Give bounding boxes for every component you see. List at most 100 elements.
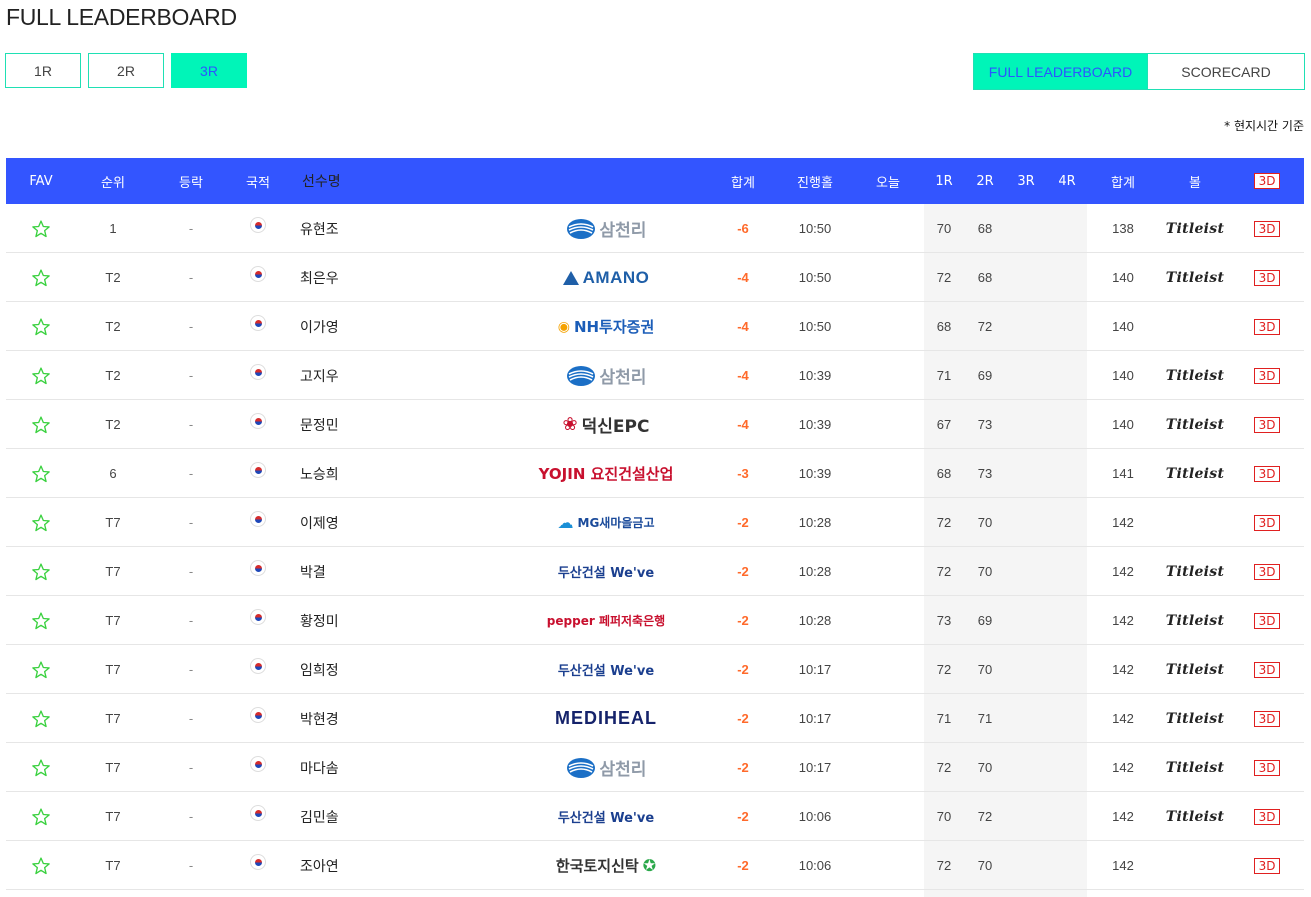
player-name[interactable]: 문정민 <box>300 400 460 449</box>
favorite-star-icon[interactable] <box>6 449 76 498</box>
3d-badge: 3D <box>1254 612 1280 629</box>
favorite-star-icon[interactable] <box>6 792 76 841</box>
player-name[interactable]: 조아연 <box>300 841 460 890</box>
table-row: T7 - 임희정 두산건설 We've -2 10:17 72 70 142 Titleist 3D <box>6 645 1304 694</box>
favorite-star-icon[interactable] <box>6 841 76 890</box>
favorite-star-icon[interactable] <box>6 743 76 792</box>
round4-score <box>1047 645 1087 694</box>
tab-round-3[interactable]: 3R <box>171 53 247 88</box>
view-3d-button[interactable]: 3D <box>1244 596 1290 645</box>
view-3d-button[interactable]: 3D <box>1244 302 1290 351</box>
korea-flag-icon <box>226 841 290 890</box>
korea-flag-icon <box>226 204 290 253</box>
favorite-star-icon[interactable] <box>6 204 76 253</box>
ball-brand: Titleist <box>1165 367 1225 384</box>
view-3d-button[interactable]: 3D <box>1244 204 1290 253</box>
view-3d-button[interactable]: 3D <box>1244 351 1290 400</box>
total-score: -6 <box>737 221 749 236</box>
3d-badge: 3D <box>1254 465 1280 482</box>
view-3d-button[interactable]: 3D <box>1244 498 1290 547</box>
table-row: T7 - 박현경 MEDIHEAL -2 10:17 71 71 142 Titleist 3D <box>6 694 1304 743</box>
view-3d-button[interactable]: 3D <box>1244 547 1290 596</box>
total-score: -4 <box>737 319 749 334</box>
korea-flag-icon <box>226 449 290 498</box>
col-ball: 볼 <box>1189 175 1201 191</box>
round3-score <box>1006 498 1046 547</box>
favorite-star-icon[interactable] <box>6 498 76 547</box>
ball-brand-cell: Titleist <box>1161 645 1229 694</box>
today-score <box>856 694 920 743</box>
3d-badge: 3D <box>1254 220 1280 237</box>
view-3d-button[interactable]: 3D <box>1244 253 1290 302</box>
sum-score: 138 <box>1112 221 1134 236</box>
favorite-star-icon[interactable] <box>6 645 76 694</box>
round3-score <box>1006 792 1046 841</box>
col-player-name: 선수명 <box>302 174 341 190</box>
thru-time: 10:06 <box>798 809 832 824</box>
view-3d-button[interactable]: 3D <box>1244 400 1290 449</box>
today-score <box>856 645 920 694</box>
sponsor-text: pepper 페퍼저축은행 <box>546 614 666 628</box>
total-score: -2 <box>737 858 749 873</box>
ball-brand-cell: Titleist <box>1161 253 1229 302</box>
tab-scorecard[interactable]: SCORECARD <box>1148 53 1305 90</box>
rank: T7 <box>105 613 121 628</box>
3d-badge: 3D <box>1254 269 1280 286</box>
view-3d-button[interactable]: 3D <box>1244 645 1290 694</box>
3d-badge: 3D <box>1254 710 1280 727</box>
sum-score: 142 <box>1112 711 1134 726</box>
round1-score: 73 <box>936 613 952 628</box>
favorite-star-icon[interactable] <box>6 351 76 400</box>
total-score: -4 <box>737 368 749 383</box>
today-score <box>856 351 920 400</box>
round1-score: 72 <box>936 662 952 677</box>
favorite-star-icon[interactable] <box>6 253 76 302</box>
view-3d-button[interactable]: 3D <box>1244 694 1290 743</box>
player-name[interactable]: 이가영 <box>300 302 460 351</box>
total-score: -3 <box>737 466 749 481</box>
favorite-star-icon[interactable] <box>6 302 76 351</box>
round3-score <box>1006 302 1046 351</box>
player-name[interactable]: 마다솜 <box>300 743 460 792</box>
round1-score: 71 <box>936 711 952 726</box>
round3-score <box>1006 694 1046 743</box>
round3-score <box>1006 253 1046 302</box>
player-name[interactable]: 고지우 <box>300 351 460 400</box>
rank: T2 <box>105 368 121 383</box>
rank: T7 <box>105 760 121 775</box>
player-name[interactable]: 김민솔 <box>300 792 460 841</box>
thru-time: 10:17 <box>798 711 832 726</box>
tab-round-2[interactable]: 2R <box>88 53 164 88</box>
view-3d-button[interactable]: 3D <box>1244 449 1290 498</box>
view-3d-button[interactable]: 3D <box>1244 792 1290 841</box>
favorite-star-icon[interactable] <box>6 694 76 743</box>
round4-score <box>1047 792 1087 841</box>
round3-score <box>1006 449 1046 498</box>
round1-score: 72 <box>936 760 952 775</box>
sum-score: 140 <box>1112 368 1134 383</box>
favorite-star-icon[interactable] <box>6 400 76 449</box>
player-name[interactable]: 최은우 <box>300 253 460 302</box>
favorite-star-icon[interactable] <box>6 547 76 596</box>
player-name[interactable]: 박현경 <box>300 694 460 743</box>
korea-flag-icon <box>226 498 290 547</box>
table-row: T7 - 김민솔 두산건설 We've -2 10:06 70 72 142 Titleist 3D <box>6 792 1304 841</box>
player-name[interactable]: 박결 <box>300 547 460 596</box>
tab-round-1[interactable]: 1R <box>5 53 81 88</box>
player-name[interactable]: 황정미 <box>300 596 460 645</box>
player-name[interactable]: 임희정 <box>300 645 460 694</box>
round1-score: 72 <box>936 564 952 579</box>
tab-full-leaderboard[interactable]: FULL LEADERBOARD <box>973 53 1148 90</box>
player-name[interactable]: 유현조 <box>300 204 460 253</box>
round4-score <box>1047 302 1087 351</box>
view-3d-button[interactable]: 3D <box>1244 841 1290 890</box>
player-name[interactable]: 이제영 <box>300 498 460 547</box>
player-name[interactable]: 노승희 <box>300 449 460 498</box>
view-3d-button[interactable]: 3D <box>1244 743 1290 792</box>
ball-brand-cell: Titleist <box>1161 204 1229 253</box>
favorite-star-icon[interactable] <box>6 596 76 645</box>
3d-badge: 3D <box>1254 563 1280 580</box>
round4-score <box>1047 449 1087 498</box>
korea-flag-icon <box>226 792 290 841</box>
round3-score <box>1006 351 1046 400</box>
